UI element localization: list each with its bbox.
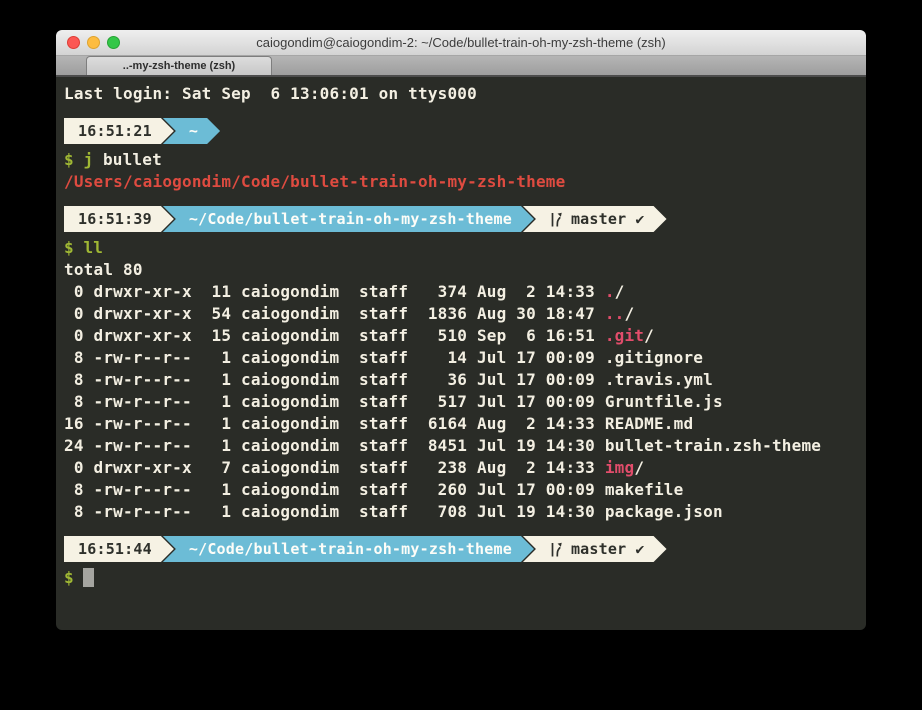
- git-branch-icon: [549, 541, 562, 558]
- prompt-time-segment: 16:51:21: [64, 118, 174, 144]
- git-status-check: ✔: [635, 206, 644, 232]
- title-bar[interactable]: caiogondim@caiogondim-2: ~/Code/bullet-t…: [56, 30, 866, 56]
- file-row: 8 -rw-r--r-- 1 caiogondim staff 14 Jul 1…: [64, 347, 858, 369]
- file-name: package.json: [605, 502, 723, 521]
- file-row: 0 drwxr-xr-x 54 caiogondim staff 1836 Au…: [64, 303, 858, 325]
- tab-bar: ..-my-zsh-theme (zsh): [56, 56, 866, 77]
- file-row: 8 -rw-r--r-- 1 caiogondim staff 708 Jul …: [64, 501, 858, 523]
- file-listing: 0 drwxr-xr-x 11 caiogondim staff 374 Aug…: [64, 281, 858, 523]
- traffic-lights: [67, 30, 120, 55]
- prompt-bar: 16:51:44 ~/Code/bullet-train-oh-my-zsh-t…: [64, 536, 858, 562]
- file-name: README.md: [605, 414, 694, 433]
- prompt-bar: 16:51:39 ~/Code/bullet-train-oh-my-zsh-t…: [64, 206, 858, 232]
- prompt-git-segment: master ✔: [523, 536, 667, 562]
- git-status-check: ✔: [635, 536, 644, 562]
- command-line-current[interactable]: $: [64, 567, 858, 589]
- file-row: 0 drwxr-xr-x 11 caiogondim staff 374 Aug…: [64, 281, 858, 303]
- command-line: $ ll: [64, 237, 858, 259]
- command-output: /Users/caiogondim/Code/bullet-train-oh-m…: [64, 171, 858, 193]
- directory-name: .git: [605, 326, 644, 345]
- file-name: Gruntfile.js: [605, 392, 723, 411]
- directory-name: img: [605, 458, 635, 477]
- prompt-time-segment: 16:51:44: [64, 536, 174, 562]
- file-name: .travis.yml: [605, 370, 713, 389]
- git-branch-label: master: [571, 536, 626, 562]
- prompt-time-segment: 16:51:39: [64, 206, 174, 232]
- prompt-path-segment: ~/Code/bullet-train-oh-my-zsh-theme: [163, 536, 534, 562]
- terminal-screen[interactable]: Last login: Sat Sep 6 13:06:01 on ttys00…: [56, 77, 866, 630]
- git-branch-icon: [549, 211, 562, 228]
- prompt-symbol: $: [64, 238, 74, 257]
- file-name: bullet-train.zsh-theme: [605, 436, 821, 455]
- file-name: .gitignore: [605, 348, 703, 367]
- prompt-path-segment: ~/Code/bullet-train-oh-my-zsh-theme: [163, 206, 534, 232]
- last-login-line: Last login: Sat Sep 6 13:06:01 on ttys00…: [64, 83, 858, 105]
- terminal-tab[interactable]: ..-my-zsh-theme (zsh): [86, 56, 272, 75]
- file-row: 24 -rw-r--r-- 1 caiogondim staff 8451 Ju…: [64, 435, 858, 457]
- zoom-button[interactable]: [107, 36, 120, 49]
- git-branch-label: master: [571, 206, 626, 232]
- command-text: ll: [83, 238, 103, 257]
- prompt-symbol: $: [64, 568, 74, 587]
- prompt-git-segment: master ✔: [523, 206, 667, 232]
- terminal-window: caiogondim@caiogondim-2: ~/Code/bullet-t…: [56, 30, 866, 630]
- minimize-button[interactable]: [87, 36, 100, 49]
- prompt-bar: 16:51:21 ~: [64, 118, 858, 144]
- text-cursor: [83, 568, 94, 587]
- file-row: 0 drwxr-xr-x 7 caiogondim staff 238 Aug …: [64, 457, 858, 479]
- command-arg: bullet: [103, 150, 162, 169]
- file-name: makefile: [605, 480, 684, 499]
- window-title: caiogondim@caiogondim-2: ~/Code/bullet-t…: [256, 35, 666, 50]
- file-row: 0 drwxr-xr-x 15 caiogondim staff 510 Sep…: [64, 325, 858, 347]
- directory-name: ..: [605, 304, 625, 323]
- file-row: 8 -rw-r--r-- 1 caiogondim staff 517 Jul …: [64, 391, 858, 413]
- close-button[interactable]: [67, 36, 80, 49]
- command-text: j: [83, 150, 93, 169]
- prompt-symbol: $: [64, 150, 74, 169]
- total-line: total 80: [64, 259, 858, 281]
- directory-name: .: [605, 282, 615, 301]
- file-row: 16 -rw-r--r-- 1 caiogondim staff 6164 Au…: [64, 413, 858, 435]
- file-row: 8 -rw-r--r-- 1 caiogondim staff 260 Jul …: [64, 479, 858, 501]
- command-line: $ jbullet: [64, 149, 858, 171]
- file-row: 8 -rw-r--r-- 1 caiogondim staff 36 Jul 1…: [64, 369, 858, 391]
